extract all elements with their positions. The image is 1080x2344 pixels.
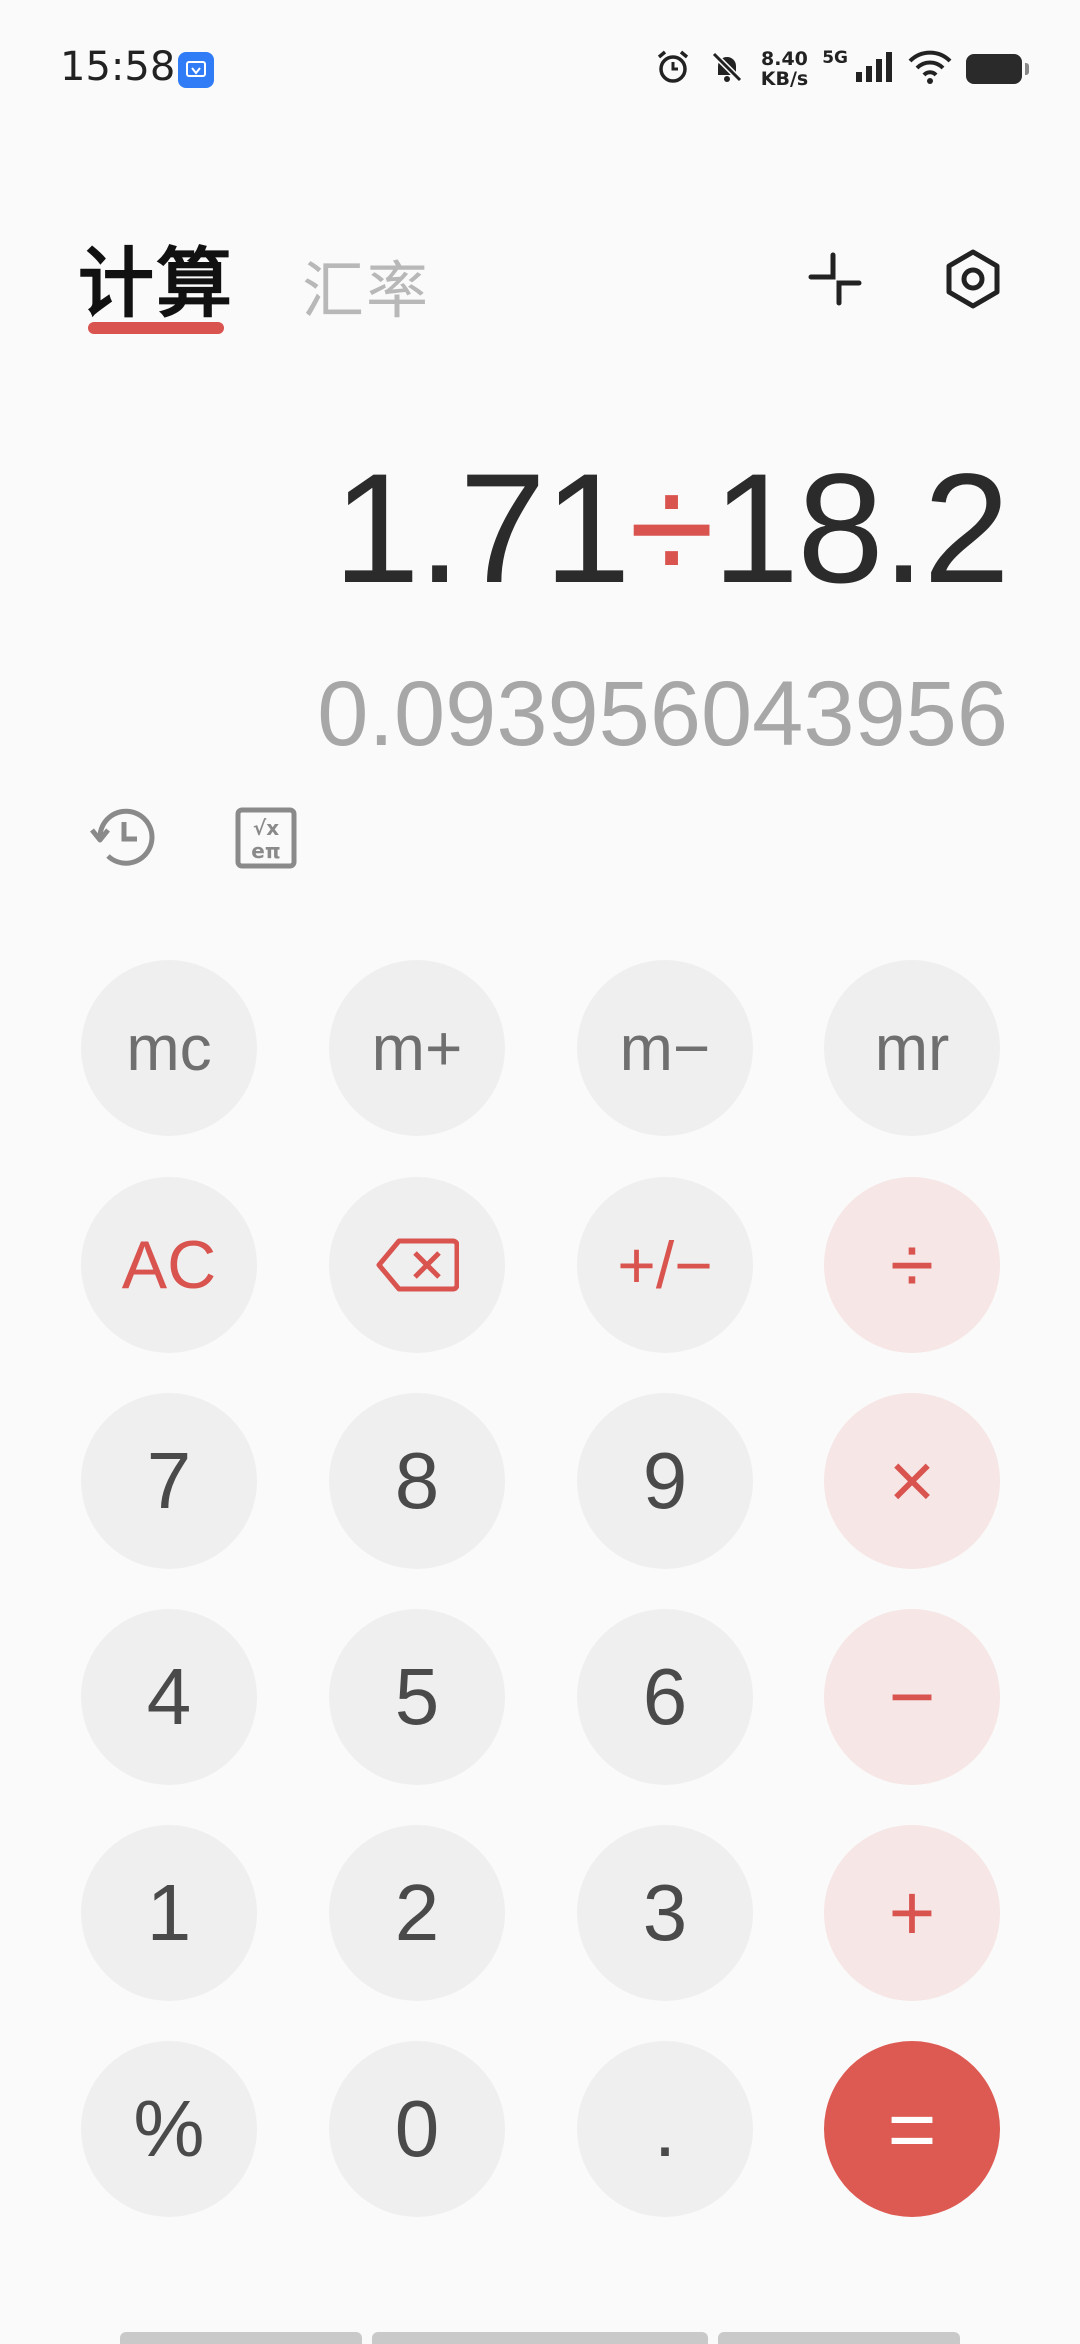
expression-operator: ÷ (628, 442, 715, 616)
equals-button[interactable]: = (824, 2041, 1000, 2217)
decimal-button[interactable]: . (577, 2041, 753, 2217)
operand-2: 18.2 (712, 442, 1010, 616)
bell-muted-icon (707, 47, 747, 91)
backspace-button[interactable] (329, 1177, 505, 1353)
digit-0-button[interactable]: 0 (329, 2041, 505, 2217)
result-display: 0.093956043956 (317, 663, 1008, 765)
digit-7-button[interactable]: 7 (81, 1393, 257, 1569)
svg-text:√x: √x (253, 816, 279, 840)
digit-9-button[interactable]: 9 (577, 1393, 753, 1569)
operand-1: 1.71 (333, 442, 631, 616)
collapse-icon[interactable] (800, 244, 870, 314)
battery-icon (966, 54, 1029, 84)
digit-3-button[interactable]: 3 (577, 1825, 753, 2001)
network-speed-unit: KB/s (760, 68, 809, 90)
plus-button[interactable]: + (824, 1825, 1000, 2001)
digit-8-button[interactable]: 8 (329, 1393, 505, 1569)
digit-5-button[interactable]: 5 (329, 1609, 505, 1785)
plus-minus-button[interactable]: +/− (577, 1177, 753, 1353)
m-plus-button[interactable]: m+ (329, 960, 505, 1136)
network-speed-value: 8.40 (761, 48, 808, 70)
screenshot-app-icon (178, 52, 214, 88)
gesture-bar-right (718, 2332, 960, 2344)
backspace-icon (376, 1238, 459, 1292)
multiply-button[interactable]: × (824, 1393, 1000, 1569)
settings-icon[interactable] (938, 244, 1008, 314)
gesture-bar-left (120, 2332, 362, 2344)
history-icon[interactable] (84, 798, 164, 878)
status-bar: 15:58 8.40 KB/s 5G (0, 0, 1080, 140)
status-icons: 8.40 KB/s 5G (653, 44, 1029, 94)
tab-calculate[interactable]: 计算 (78, 222, 234, 332)
digit-6-button[interactable]: 6 (577, 1609, 753, 1785)
digit-4-button[interactable]: 4 (81, 1609, 257, 1785)
scientific-icon[interactable]: √x eπ (226, 798, 306, 878)
mr-button[interactable]: mr (824, 960, 1000, 1136)
minus-button[interactable]: − (824, 1609, 1000, 1785)
digit-1-button[interactable]: 1 (81, 1825, 257, 2001)
network-speed: 8.40 KB/s (761, 49, 808, 89)
status-time: 15:58 (60, 44, 176, 90)
alarm-icon (653, 47, 693, 91)
tab-exchange-rate[interactable]: 汇率 (302, 240, 430, 330)
ac-button[interactable]: AC (81, 1177, 257, 1353)
mc-button[interactable]: mc (81, 960, 257, 1136)
gesture-bar-center[interactable] (372, 2332, 708, 2344)
percent-button[interactable]: % (81, 2041, 257, 2217)
expression-display: 1.71÷18.2 (333, 440, 1010, 619)
m-minus-button[interactable]: m− (577, 960, 753, 1136)
wifi-icon (908, 49, 952, 89)
tab-active-indicator (88, 322, 224, 334)
network-type: 5G (822, 48, 848, 68)
signal-icon (854, 50, 894, 88)
digit-2-button[interactable]: 2 (329, 1825, 505, 2001)
divide-button[interactable]: ÷ (824, 1177, 1000, 1353)
svg-text:eπ: eπ (251, 839, 280, 863)
